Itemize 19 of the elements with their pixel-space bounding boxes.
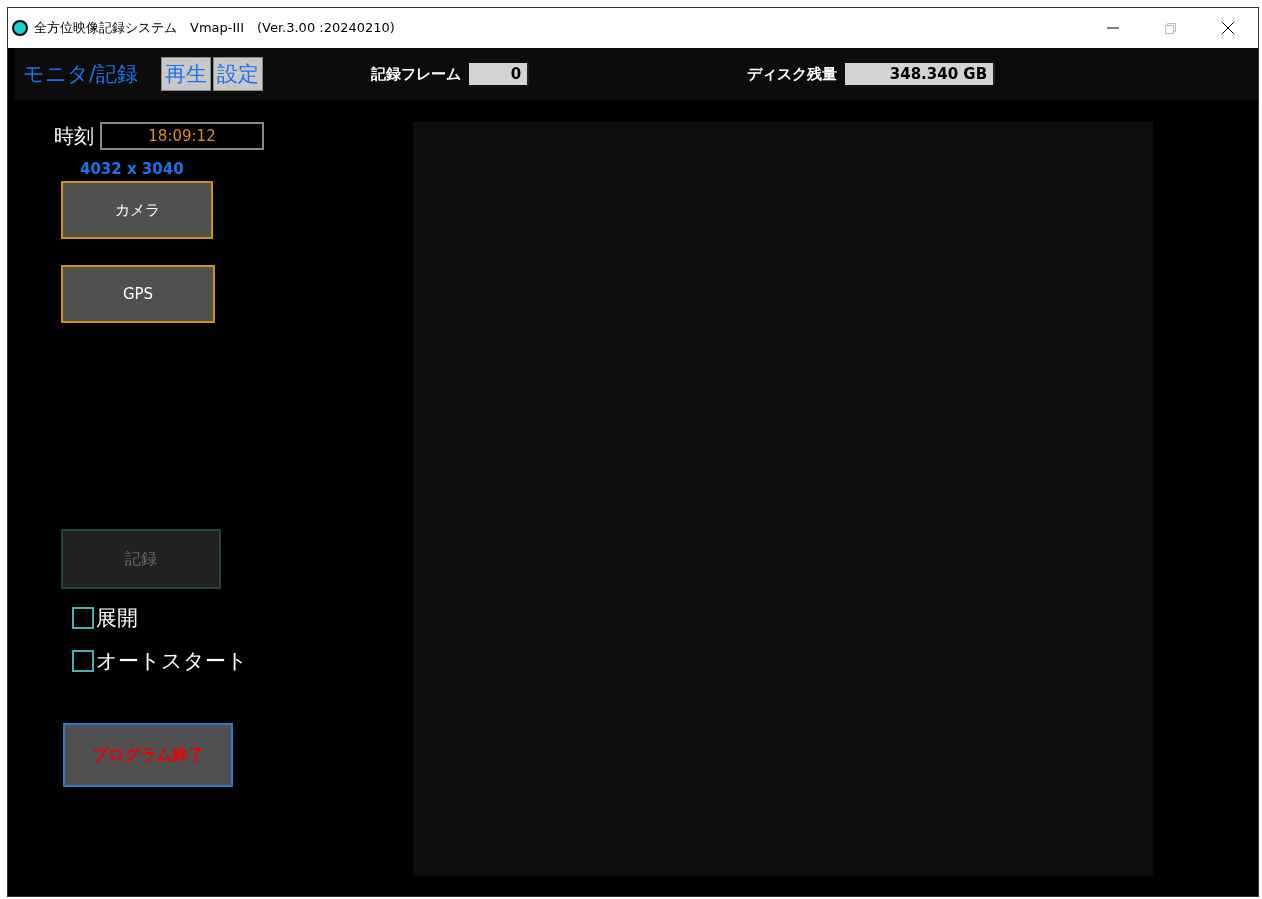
time-field: 18:09:12 (100, 122, 264, 150)
app-icon (12, 20, 28, 36)
tab[interactable]: 設定 (213, 57, 264, 91)
tab[interactable]: モニタ/記録 (14, 57, 148, 91)
checkbox-label[interactable]: オートスタート (96, 647, 248, 675)
readout-field: 348.340 GB (845, 63, 996, 85)
window-title: 全方位映像記録システム Vmap-III (Ver.3.00 :20240210) (34, 19, 395, 37)
close-icon[interactable] (1222, 22, 1234, 34)
checkbox[interactable] (72, 650, 94, 672)
field-label: 記録フレーム (371, 64, 462, 84)
tab[interactable]: 再生 (161, 57, 212, 91)
checkbox[interactable] (72, 607, 94, 629)
readout-field: 0 (469, 63, 530, 85)
device-button[interactable]: GPS (61, 265, 215, 323)
checkbox-label[interactable]: 展開 (96, 604, 138, 632)
time-label: 時刻 (54, 122, 94, 150)
resolution-text: 4032 x 3040 (80, 160, 184, 178)
device-button[interactable]: カメラ (61, 181, 213, 239)
field-label: ディスク残量 (747, 64, 838, 84)
